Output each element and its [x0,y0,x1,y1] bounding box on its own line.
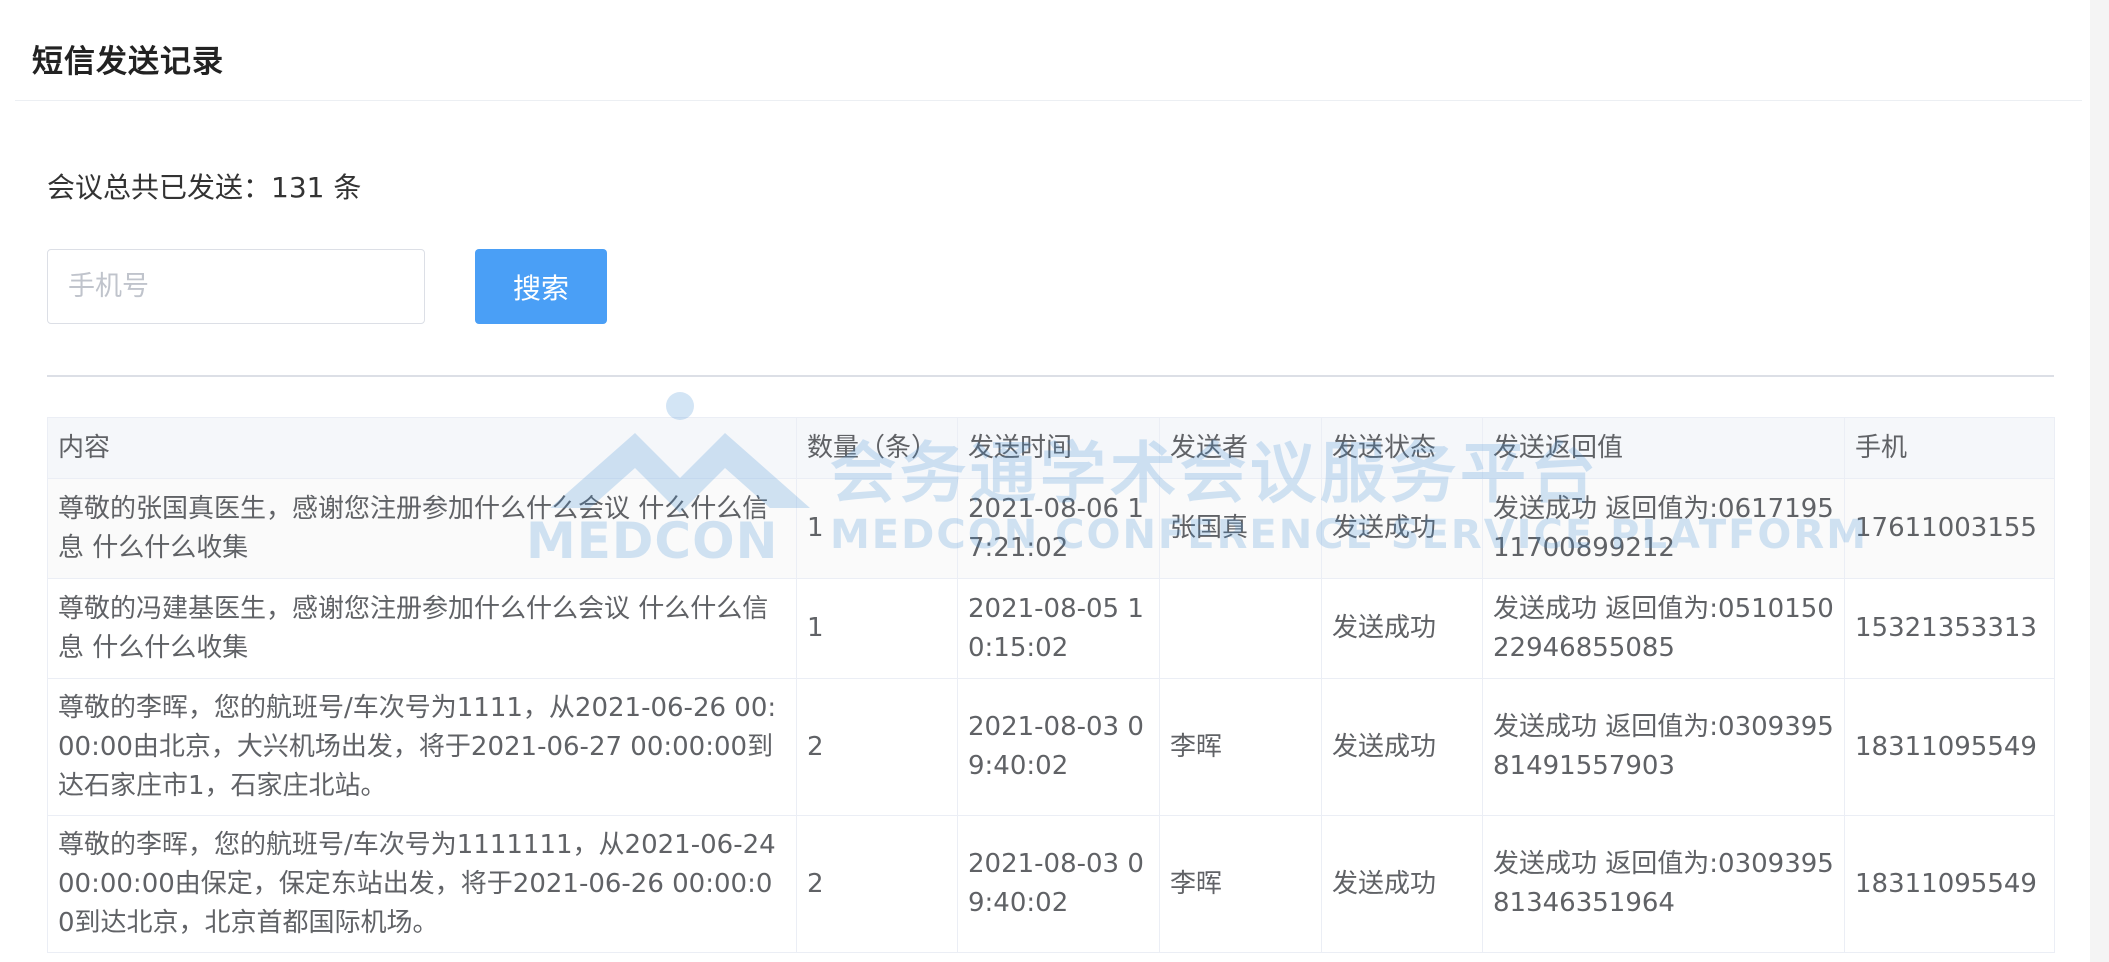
sms-record-table: 内容 数量（条） 发送时间 发送者 发送状态 发送返回值 手机 尊敬的张国真医生… [47,417,2055,953]
cell-phone: 18311095549 [1844,678,2055,816]
column-header-result[interactable]: 发送返回值 [1482,417,1845,479]
cell-time: 2021-08-03 09:40:02 [957,678,1160,816]
column-header-count[interactable]: 数量（条） [796,417,958,479]
page-scrollbar[interactable] [2090,0,2109,962]
cell-content: 尊敬的李晖，您的航班号/车次号为1111111，从2021-06-24 00:0… [47,815,797,953]
column-header-status[interactable]: 发送状态 [1321,417,1483,479]
cell-time: 2021-08-03 09:40:02 [957,815,1160,953]
cell-time: 2021-08-06 17:21:02 [957,478,1160,579]
cell-time: 2021-08-05 10:15:02 [957,578,1160,679]
cell-phone: 15321353313 [1844,578,2055,679]
cell-count: 2 [796,678,958,816]
cell-status: 发送成功 [1321,678,1483,816]
cell-result: 发送成功 返回值为:030939581491557903 [1482,678,1845,816]
cell-count: 2 [796,815,958,953]
cell-result: 发送成功 返回值为:051015022946855085 [1482,578,1845,679]
column-header-phone[interactable]: 手机 [1844,417,2055,479]
phone-search-input[interactable] [47,249,425,324]
cell-phone: 18311095549 [1844,815,2055,953]
cell-status: 发送成功 [1321,478,1483,579]
cell-result: 发送成功 返回值为:061719511700899212 [1482,478,1845,579]
cell-content: 尊敬的冯建基医生，感谢您注册参加什么什么会议 什么什么信息 什么什么收集 [47,578,797,679]
table-row[interactable]: 尊敬的冯建基医生，感谢您注册参加什么什么会议 什么什么信息 什么什么收集 1 2… [47,578,2055,679]
table-row[interactable]: 尊敬的张国真医生，感谢您注册参加什么什么会议 什么什么信息 什么什么收集 1 2… [47,478,2055,579]
cell-sender [1159,578,1322,679]
cell-status: 发送成功 [1321,815,1483,953]
page-title: 短信发送记录 [32,44,224,80]
column-header-sender[interactable]: 发送者 [1159,417,1322,479]
column-header-content[interactable]: 内容 [47,417,797,479]
page-header [15,0,2082,101]
cell-sender: 李晖 [1159,815,1322,953]
cell-content: 尊敬的张国真医生，感谢您注册参加什么什么会议 什么什么信息 什么什么收集 [47,478,797,579]
table-row[interactable]: 尊敬的李晖，您的航班号/车次号为1111111，从2021-06-24 00:0… [47,815,2055,953]
column-header-time[interactable]: 发送时间 [957,417,1160,479]
divider [47,375,2054,377]
cell-sender: 张国真 [1159,478,1322,579]
cell-count: 1 [796,478,958,579]
send-summary: 会议总共已发送：131 条 [47,171,362,204]
cell-result: 发送成功 返回值为:030939581346351964 [1482,815,1845,953]
search-button[interactable]: 搜索 [475,249,607,324]
cell-status: 发送成功 [1321,578,1483,679]
table-row[interactable]: 尊敬的李晖，您的航班号/车次号为1111，从2021-06-26 00:00:0… [47,678,2055,816]
cell-phone: 17611003155 [1844,478,2055,579]
cell-sender: 李晖 [1159,678,1322,816]
table-header-row: 内容 数量（条） 发送时间 发送者 发送状态 发送返回值 手机 [47,417,2055,479]
cell-count: 1 [796,578,958,679]
cell-content: 尊敬的李晖，您的航班号/车次号为1111，从2021-06-26 00:00:0… [47,678,797,816]
page: 短信发送记录 会议总共已发送：131 条 搜索 内容 数量（条） 发送时间 发送… [0,0,2109,962]
